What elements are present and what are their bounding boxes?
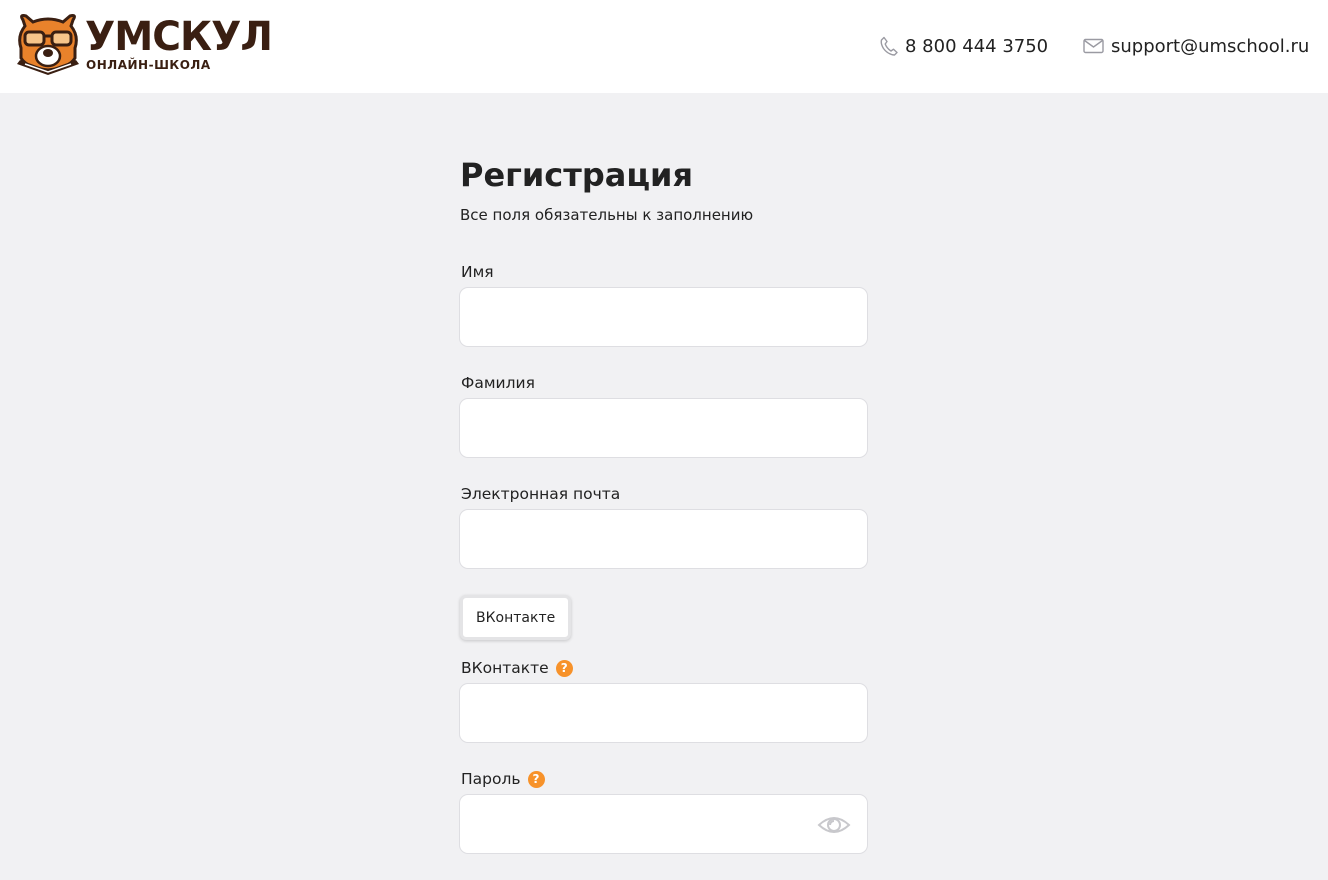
phone-icon — [880, 36, 898, 56]
password-label-text: Пароль — [461, 770, 521, 788]
mail-icon — [1083, 38, 1104, 54]
vk-button[interactable]: ВКонтакте — [460, 595, 572, 640]
last-name-input[interactable] — [460, 399, 867, 457]
vk-field[interactable] — [459, 683, 868, 743]
vk-label-text: ВКонтакте — [461, 659, 549, 677]
last-name-label: Фамилия — [461, 373, 535, 393]
brand-name: УМСКУЛ — [85, 14, 273, 60]
email-input[interactable] — [460, 510, 867, 568]
question-icon[interactable]: ? — [527, 770, 545, 788]
phone-number: 8 800 444 3750 — [905, 35, 1049, 57]
first-name-label-text: Имя — [461, 263, 494, 281]
password-label: Пароль ? — [461, 769, 545, 789]
first-name-input[interactable] — [460, 288, 867, 346]
question-icon[interactable]: ? — [555, 659, 573, 677]
logo-link[interactable]: УМСКУЛ ОНЛАЙН-ШКОЛА — [13, 14, 273, 78]
first-name-label: Имя — [461, 262, 494, 282]
password-input[interactable] — [460, 795, 867, 853]
vk-label: ВКонтакте ? — [461, 658, 573, 678]
support-email: support@umschool.ru — [1111, 35, 1310, 57]
last-name-field[interactable] — [459, 398, 868, 458]
email-label: Электронная почта — [461, 484, 620, 504]
bear-logo-icon — [17, 14, 79, 75]
eye-icon[interactable] — [817, 812, 851, 838]
page-title: Регистрация — [460, 156, 693, 194]
email-link[interactable]: support@umschool.ru — [1083, 33, 1309, 59]
brand-tagline: ОНЛАЙН-ШКОЛА — [86, 58, 211, 72]
password-field[interactable] — [459, 794, 868, 854]
first-name-field[interactable] — [459, 287, 868, 347]
email-field[interactable] — [459, 509, 868, 569]
last-name-label-text: Фамилия — [461, 374, 535, 392]
site-header: УМСКУЛ ОНЛАЙН-ШКОЛА 8 800 444 3750 suppo… — [0, 0, 1328, 93]
vk-input[interactable] — [460, 684, 867, 742]
phone-link[interactable]: 8 800 444 3750 — [880, 33, 1048, 59]
form-subtitle: Все поля обязательны к заполнению — [460, 206, 754, 224]
email-label-text: Электронная почта — [461, 485, 621, 503]
